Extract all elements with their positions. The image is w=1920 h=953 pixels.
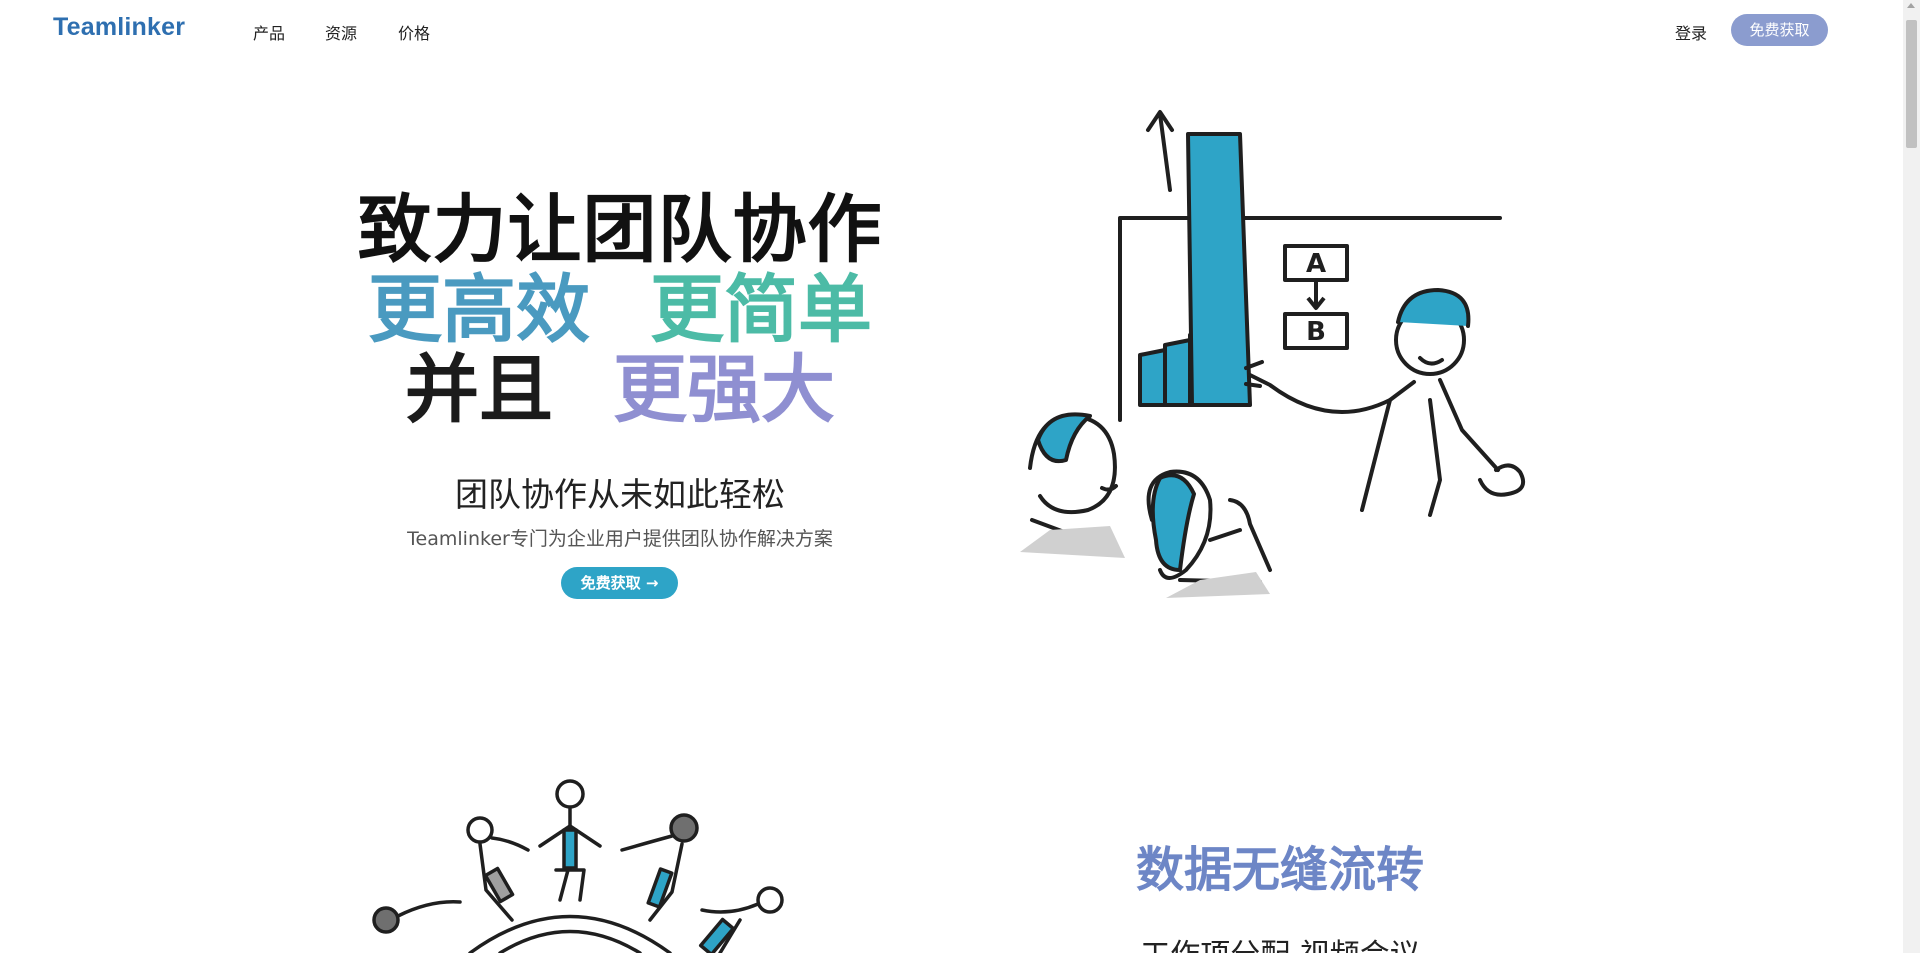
section-title-data-flow: 数据无缝流转 bbox=[1135, 842, 1424, 898]
headline-line-3: 并且 更强大 bbox=[330, 350, 910, 430]
nav-link-products[interactable]: 产品 bbox=[253, 20, 285, 44]
headline-and: 并且 bbox=[405, 347, 553, 433]
headline-simpler: 更简单 bbox=[650, 267, 872, 353]
hero-headline: 致力让团队协作 更高效 更简单 并且 更强大 bbox=[330, 190, 910, 430]
team-circle-illustration bbox=[372, 779, 784, 953]
chart-label-b: B bbox=[1306, 317, 1326, 347]
section-subtitle-features: 工作项分配 视频会议 bbox=[1080, 930, 1480, 953]
headline-more-efficient: 更高效 bbox=[368, 267, 590, 353]
hero-free-trial-button[interactable]: 免费获取 → bbox=[561, 567, 678, 599]
team-growth-illustration: A B bbox=[1020, 110, 1525, 598]
headline-line-2: 更高效 更简单 bbox=[330, 270, 910, 350]
page-scrollbar[interactable] bbox=[1903, 0, 1920, 953]
headline-stronger: 更强大 bbox=[613, 347, 835, 433]
brand-logo[interactable]: Teamlinker bbox=[53, 13, 185, 42]
nav-link-resources[interactable]: 资源 bbox=[325, 20, 357, 44]
hero-subtitle: 团队协作从未如此轻松 bbox=[455, 475, 785, 514]
nav-free-trial-button[interactable]: 免费获取 bbox=[1731, 14, 1828, 46]
scrollbar-thumb[interactable] bbox=[1906, 20, 1917, 148]
nav-link-pricing[interactable]: 价格 bbox=[398, 20, 430, 44]
chart-label-a: A bbox=[1306, 249, 1326, 279]
top-navbar: Teamlinker 产品 资源 价格 登录 免费获取 bbox=[0, 0, 1900, 62]
hero-description: Teamlinker专门为企业用户提供团队协作解决方案 bbox=[407, 528, 833, 550]
headline-line-1: 致力让团队协作 bbox=[357, 187, 883, 273]
scroll-up-icon[interactable] bbox=[1907, 3, 1915, 8]
login-link[interactable]: 登录 bbox=[1675, 20, 1707, 44]
